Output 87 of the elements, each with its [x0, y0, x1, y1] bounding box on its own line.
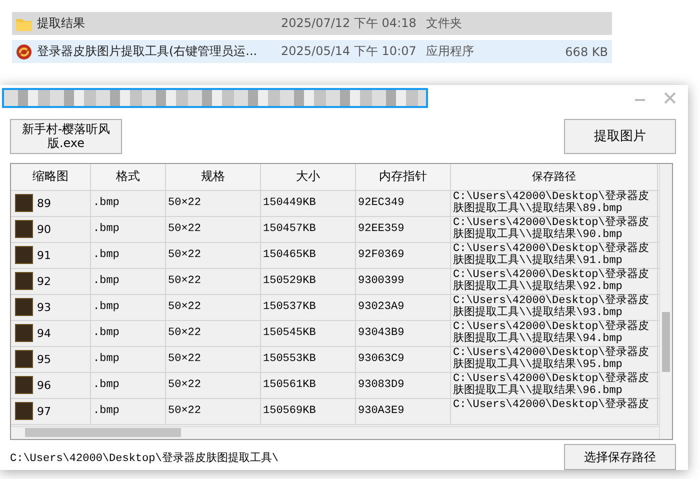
table-cell: .bmp [91, 190, 166, 216]
image-number: 91 [37, 248, 51, 262]
image-number: 90 [37, 222, 51, 236]
file-date: 2025/07/12 下午 04:18 [281, 15, 418, 32]
column-header[interactable]: 内存指针 [356, 164, 451, 190]
table-cell: 92EE359 [356, 216, 451, 242]
file-date: 2025/05/14 下午 10:07 [281, 43, 418, 60]
extract-button[interactable]: 提取图片 [564, 118, 676, 154]
table-cell: 93023A9 [356, 294, 451, 320]
file-size: 668 KB [564, 44, 609, 58]
target-file-button[interactable]: 新手村-樱落听风版.exe [10, 118, 122, 154]
thumbnail-image [15, 220, 33, 238]
file-type: 应用程序 [426, 43, 475, 60]
table-cell: 930A3E9 [356, 398, 451, 424]
table-cell: 50×22 [166, 242, 261, 268]
table-cell: C:\Users\42000\Desktop\登录器皮肤图提取工具\\提取结果\95.bmp [451, 346, 658, 372]
table-cell: 92EC349 [356, 190, 451, 216]
table-cell: .bmp [91, 346, 166, 372]
table-cell: 150561KB [261, 372, 356, 398]
thumbnail-image [15, 376, 33, 394]
image-number: 94 [37, 326, 51, 340]
table-cell: 150457KB [261, 216, 356, 242]
image-number: 96 [37, 378, 51, 392]
table-cell: 150529KB [261, 268, 356, 294]
column-header[interactable]: 保存路径 [451, 164, 658, 190]
file-row[interactable]: 提取结果 2025/07/12 下午 04:18 文件夹 [12, 12, 612, 35]
table-cell: 93063C9 [356, 346, 451, 372]
table-cell: .bmp [91, 294, 166, 320]
table-cell: .bmp [91, 242, 166, 268]
table-cell: C:\Users\42000\Desktop\登录器皮肤图提取工具\\提取结果\91.bmp [451, 242, 658, 268]
horizontal-scrollbar[interactable] [11, 426, 659, 439]
table-cell: 92F0369 [356, 242, 451, 268]
save-path-text: C:\Users\42000\Desktop\登录器皮肤图提取工具\ [10, 451, 278, 464]
table-cell: 50×22 [166, 398, 261, 424]
table-cell: C:\Users\42000\Desktop\登录器皮肤图提取工具\\提取结果\92.bmp [451, 268, 658, 294]
table-cell: 50×22 [166, 346, 261, 372]
vertical-scrollbar[interactable] [659, 164, 672, 439]
thumbnail-image [15, 246, 33, 264]
table-cell: C:\Users\42000\Desktop\登录器皮肤图提取工具\\提取结果\90.bmp [451, 216, 658, 242]
table-cell: 50×22 [166, 190, 261, 216]
table-cell: 93043B9 [356, 320, 451, 346]
column-header[interactable]: 规格 [166, 164, 261, 190]
table-cell: 150537KB [261, 294, 356, 320]
column-header[interactable]: 格式 [91, 164, 166, 190]
table-cell: 50×22 [166, 268, 261, 294]
table-cell: C:\Users\42000\Desktop\登录器皮肤图提取工具\\提取结果\89.bmp [451, 190, 658, 216]
table-cell: C:\Users\42000\Desktop\登录器皮 [451, 398, 658, 424]
table-cell: 150545KB [261, 320, 356, 346]
thumbnail-image [15, 298, 33, 316]
table-cell: 9300399 [356, 268, 451, 294]
table-cell: .bmp [91, 372, 166, 398]
table-cell: C:\Users\42000\Desktop\登录器皮肤图提取工具\\提取结果\94.bmp [451, 320, 658, 346]
image-number: 97 [37, 404, 51, 418]
table-cell: 150465KB [261, 242, 356, 268]
image-number: 93 [37, 300, 51, 314]
file-name: 提取结果 [37, 15, 85, 32]
table-cell: .bmp [91, 398, 166, 424]
thumbnail-image [15, 272, 33, 290]
file-row[interactable]: 登录器皮肤图片提取工具(右键管理员运... 2025/05/14 下午 10:07 应用程序 668 KB [12, 40, 612, 63]
image-number: 92 [37, 274, 51, 288]
image-number: 89 [37, 196, 51, 210]
column-header[interactable]: 大小 [261, 164, 356, 190]
table-cell: C:\Users\42000\Desktop\登录器皮肤图提取工具\\提取结果\96.bmp [451, 372, 658, 398]
thumbnail-image [15, 324, 33, 342]
table-cell: 150449KB [261, 190, 356, 216]
column-header[interactable]: 缩略图 [11, 164, 91, 190]
app-icon [16, 44, 32, 60]
table-cell: 50×22 [166, 294, 261, 320]
table-cell: .bmp [91, 268, 166, 294]
table-cell: .bmp [91, 216, 166, 242]
table-cell: 150569KB [261, 398, 356, 424]
thumbnail-image [15, 350, 33, 368]
close-icon[interactable] [664, 92, 676, 104]
table-cell: 50×22 [166, 320, 261, 346]
table-cell: .bmp [91, 320, 166, 346]
table-cell: 150553KB [261, 346, 356, 372]
thumbnail-image [15, 402, 33, 420]
thumbnail-image [15, 194, 33, 212]
table-cell: 93083D9 [356, 372, 451, 398]
image-number: 95 [37, 352, 51, 366]
choose-path-button[interactable]: 选择保存路径 [564, 444, 676, 470]
file-name: 登录器皮肤图片提取工具(右键管理员运... [37, 43, 258, 60]
table-cell: 50×22 [166, 372, 261, 398]
file-type: 文件夹 [426, 15, 463, 32]
folder-icon [16, 16, 32, 30]
table-cell: C:\Users\42000\Desktop\登录器皮肤图提取工具\\提取结果\93.bmp [451, 294, 658, 320]
table-cell: 50×22 [166, 216, 261, 242]
